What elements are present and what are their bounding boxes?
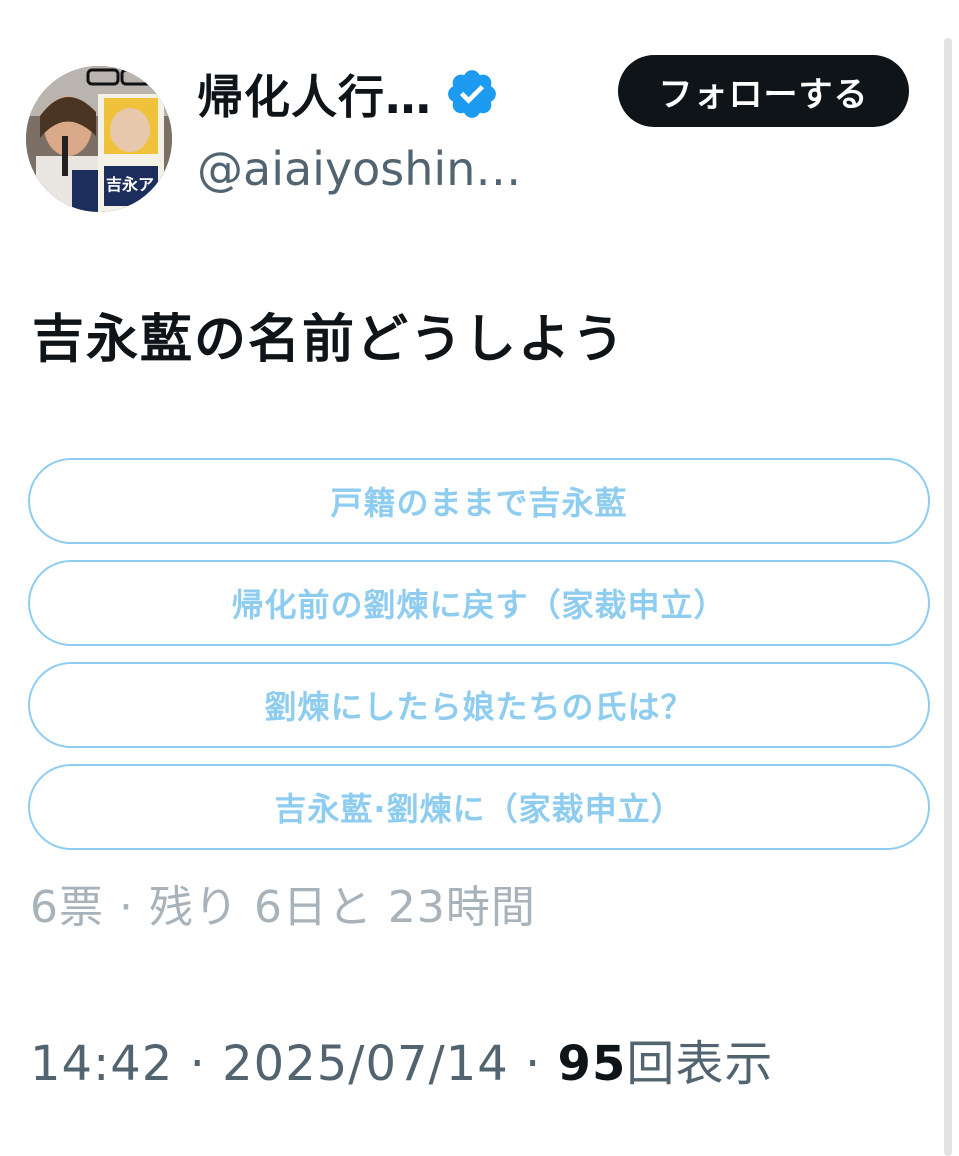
author-avatar[interactable]: 吉永ア — [26, 66, 172, 212]
scrollbar[interactable] — [944, 38, 952, 1156]
author-name-row[interactable]: 帰化人行… — [197, 60, 500, 128]
separator: · — [173, 1036, 223, 1092]
poll-option[interactable]: 吉永藍·劉煉に（家裁申立） — [28, 764, 930, 850]
poll-option[interactable]: 劉煉にしたら娘たちの氏は？ — [28, 662, 930, 748]
tweet-date[interactable]: 2025/07/14 — [222, 1036, 509, 1092]
verified-badge-icon — [444, 66, 500, 122]
poll-option[interactable]: 帰化前の劉煉に戻す（家裁申立） — [28, 560, 930, 646]
svg-text:吉永ア: 吉永ア — [106, 175, 154, 194]
tweet-footer: 14:42 · 2025/07/14 · 95回表示 — [30, 1030, 773, 1098]
follow-button[interactable]: フォローする — [618, 55, 909, 127]
tweet-time[interactable]: 14:42 — [30, 1036, 173, 1092]
tweet-text: 吉永藍の名前どうしよう — [32, 310, 627, 370]
author-handle[interactable]: @aiaiyoshin… — [197, 138, 521, 200]
poll-status: 6票 · 残り 6日と 23時間 — [30, 882, 536, 933]
separator: · — [508, 1036, 558, 1092]
avatar-photo: 吉永ア — [26, 66, 172, 212]
poll-option[interactable]: 戸籍のままで吉永藍 — [28, 458, 930, 544]
views-label: 回表示 — [626, 1036, 774, 1092]
author-display-name[interactable]: 帰化人行… — [197, 61, 432, 127]
views-count: 95 — [557, 1036, 627, 1092]
